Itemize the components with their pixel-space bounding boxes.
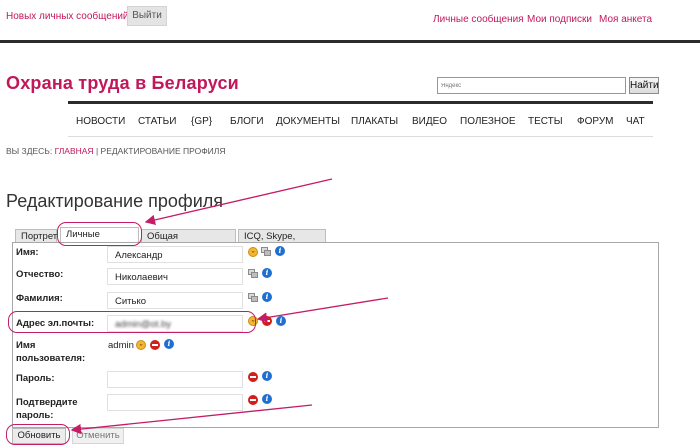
privacy-smile-icon[interactable]: ᵕ bbox=[248, 247, 258, 257]
visibility-cards-icon[interactable] bbox=[261, 247, 272, 256]
info-icon[interactable]: i bbox=[262, 371, 272, 381]
last-name-field[interactable]: Ситько bbox=[107, 292, 243, 309]
nav-item-tests[interactable]: ТЕСТЫ bbox=[528, 116, 563, 127]
breadcrumb-home-link[interactable]: ГЛАВНАЯ bbox=[55, 146, 94, 156]
breadcrumb-prefix: ВЫ ЗДЕСЬ: bbox=[6, 146, 53, 156]
nav-item-chat[interactable]: ЧАТ bbox=[626, 116, 645, 127]
nav-item-documents[interactable]: ДОКУМЕНТЫ bbox=[276, 116, 340, 127]
cancel-button[interactable]: Отменить bbox=[72, 428, 124, 444]
username-label: Имя пользователя: bbox=[16, 339, 85, 365]
hidden-ban-icon[interactable] bbox=[262, 316, 272, 326]
nav-item-news[interactable]: НОВОСТИ bbox=[76, 116, 125, 127]
breadcrumb: ВЫ ЗДЕСЬ: ГЛАВНАЯ | РЕДАКТИРОВАНИЕ ПРОФИ… bbox=[6, 146, 226, 156]
highlight-oval-email bbox=[8, 311, 256, 333]
my-subscriptions-link[interactable]: Мои подписки bbox=[527, 14, 592, 25]
first-name-label: Имя: bbox=[16, 247, 39, 258]
breadcrumb-current: РЕДАКТИРОВАНИЕ ПРОФИЛЯ bbox=[100, 146, 226, 156]
username-label-line2: пользователя: bbox=[16, 353, 86, 364]
hidden-ban-icon[interactable] bbox=[150, 340, 160, 350]
highlight-oval-tab bbox=[57, 222, 142, 246]
patronymic-field[interactable]: Николаевич bbox=[107, 268, 243, 285]
nav-item-blogs[interactable]: БЛОГИ bbox=[230, 116, 264, 127]
password-label: Пароль: bbox=[16, 373, 55, 384]
nav-item-gp[interactable]: {GP} bbox=[191, 116, 212, 127]
info-icon[interactable]: i bbox=[276, 316, 286, 326]
page-title: Редактирование профиля bbox=[6, 191, 224, 211]
info-icon[interactable]: i bbox=[164, 339, 174, 349]
highlight-oval-update bbox=[6, 424, 70, 445]
search-button[interactable]: Найти bbox=[629, 77, 659, 94]
info-icon[interactable]: i bbox=[262, 268, 272, 278]
last-name-label: Фамилия: bbox=[16, 293, 63, 304]
my-profile-link[interactable]: Моя анкета bbox=[599, 14, 652, 25]
privacy-smile-icon[interactable]: ᵕ bbox=[136, 340, 146, 350]
nav-item-useful[interactable]: ПОЛЕЗНОЕ bbox=[460, 116, 516, 127]
nav-bottom-rule bbox=[68, 136, 653, 137]
info-icon[interactable]: i bbox=[275, 246, 285, 256]
top-divider bbox=[0, 40, 700, 43]
password-confirm-label-line1: Подтвердите bbox=[16, 397, 78, 408]
info-icon[interactable]: i bbox=[262, 394, 272, 404]
tab-general-info[interactable]: Общая информация bbox=[141, 229, 236, 255]
password-confirm-label-line2: пароль: bbox=[16, 410, 54, 421]
patronymic-label: Отчество: bbox=[16, 269, 64, 280]
search-input[interactable] bbox=[437, 77, 626, 94]
nav-item-forum[interactable]: ФОРУМ bbox=[577, 116, 614, 127]
nav-item-posters[interactable]: ПЛАКАТЫ bbox=[351, 116, 398, 127]
visibility-cards-icon[interactable] bbox=[248, 269, 259, 278]
first-name-field[interactable]: Александр bbox=[107, 246, 243, 263]
tab-portrait[interactable]: Портрет bbox=[15, 229, 57, 243]
info-icon[interactable]: i bbox=[262, 292, 272, 302]
hidden-ban-icon[interactable] bbox=[248, 395, 258, 405]
username-label-line1: Имя bbox=[16, 340, 36, 351]
no-messages-text: Новых личных сообщений нет bbox=[6, 11, 147, 22]
logout-button[interactable]: Выйти bbox=[127, 6, 167, 26]
nav-top-rule bbox=[68, 101, 653, 104]
password-confirm-field[interactable] bbox=[107, 394, 243, 411]
password-confirm-label: Подтвердите пароль: bbox=[16, 396, 78, 422]
hidden-ban-icon[interactable] bbox=[248, 372, 258, 382]
nav-item-video[interactable]: ВИДЕО bbox=[412, 116, 447, 127]
tab-messengers[interactable]: ICQ, Skype, Yahoo bbox=[238, 229, 326, 255]
password-field[interactable] bbox=[107, 371, 243, 388]
visibility-cards-icon[interactable] bbox=[248, 293, 259, 302]
username-value: admin bbox=[108, 340, 134, 351]
site-title[interactable]: Охрана труда в Беларуси bbox=[6, 73, 239, 94]
nav-item-articles[interactable]: СТАТЬИ bbox=[138, 116, 176, 127]
breadcrumb-separator: | bbox=[95, 146, 99, 156]
private-messages-link[interactable]: Личные сообщения bbox=[433, 14, 524, 25]
